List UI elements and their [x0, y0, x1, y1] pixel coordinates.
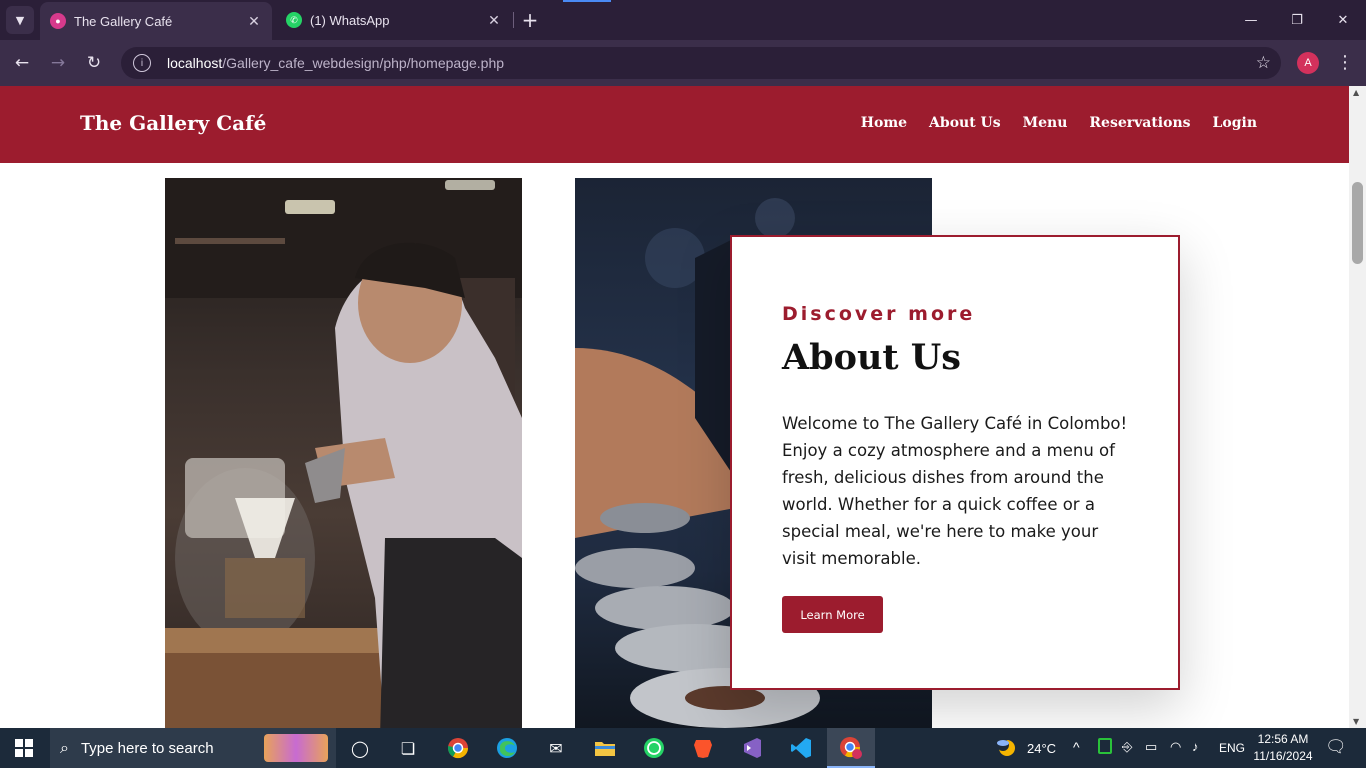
about-kicker: Discover more [782, 303, 976, 325]
battery-icon[interactable]: ▭ [1145, 739, 1157, 755]
back-button[interactable]: ← [8, 49, 36, 77]
minimize-button[interactable]: — [1228, 0, 1274, 40]
visual-studio-logo [744, 738, 761, 758]
file-explorer-icon[interactable] [592, 736, 618, 760]
chrome-logo [447, 738, 469, 759]
visual-studio-icon[interactable] [739, 736, 765, 760]
nav-home[interactable]: Home [861, 115, 907, 131]
gallery-cafe-favicon: ● [50, 13, 66, 29]
tab-whatsapp[interactable]: ✆ (1) WhatsApp ✕ [276, 0, 512, 40]
clock-time: 12:56 AM [1257, 732, 1309, 746]
menu-kebab-icon[interactable]: ⋮ [1336, 51, 1354, 75]
browser-tab-strip: ▼ ● The Gallery Café ✕ ✆ (1) WhatsApp ✕ … [0, 0, 1366, 40]
close-icon[interactable]: ✕ [246, 13, 262, 29]
about-description: Welcome to The Gallery Café in Colombo! … [782, 414, 1128, 568]
brave-logo [694, 740, 712, 758]
nav-login[interactable]: Login [1213, 115, 1257, 131]
temperature[interactable]: 24°C [1027, 741, 1056, 756]
tab-label: (1) WhatsApp [310, 12, 390, 28]
close-window-button[interactable]: ✕ [1320, 0, 1366, 40]
search-icon: ⌕ [60, 738, 69, 757]
weather-icon[interactable] [994, 736, 1018, 760]
vscode-icon[interactable] [788, 736, 814, 760]
clock[interactable]: 12:56 AM 11/16/2024 [1243, 731, 1323, 765]
nav-reservations[interactable]: Reservations [1089, 115, 1190, 131]
volume-icon[interactable]: ♪ [1192, 739, 1199, 754]
reload-icon: ↻ [86, 53, 102, 73]
tab-drag-indicator [563, 0, 611, 2]
windows-logo-icon [15, 739, 33, 757]
arrow-left-icon: ← [14, 53, 30, 73]
start-button[interactable] [8, 736, 40, 760]
chrome-icon[interactable] [445, 736, 471, 760]
nav-menu[interactable]: Menu [1023, 115, 1068, 131]
windows-taskbar: ⌕ Type here to search ◯ ❏ ✉ 24°C ^ · ⎆ ▭… [0, 728, 1366, 768]
wifi-icon[interactable]: ◠ [1170, 739, 1181, 755]
edge-icon[interactable] [494, 736, 520, 760]
page-viewport: The Gallery Café Home About Us Menu Rese… [0, 86, 1349, 728]
chrome-profile-icon[interactable] [838, 736, 864, 760]
tab-divider [513, 12, 514, 28]
brave-icon[interactable] [690, 736, 716, 760]
forward-button[interactable]: → [44, 49, 72, 77]
tray-app-icon[interactable]: · [1098, 738, 1112, 754]
notification-icon[interactable]: 🗨 [1325, 737, 1347, 757]
main-nav: Home About Us Menu Reservations Login [861, 115, 1257, 131]
meet-now-icon[interactable]: ⎆ [1122, 739, 1132, 755]
address-bar[interactable]: i localhost/Gallery_cafe_webdesign/php/h… [121, 47, 1281, 79]
search-placeholder: Type here to search [80, 739, 214, 757]
new-tab-button[interactable]: + [518, 8, 542, 32]
site-info-icon[interactable]: i [133, 54, 151, 72]
about-title: About Us [782, 337, 961, 378]
url-host: localhost [167, 55, 223, 71]
site-header: The Gallery Café Home About Us Menu Rese… [0, 86, 1349, 163]
whatsapp-favicon: ✆ [286, 12, 302, 28]
taskbar-search[interactable]: ⌕ Type here to search [50, 728, 336, 768]
chevron-down-icon: ▼ [15, 13, 25, 27]
reload-button[interactable]: ↻ [80, 49, 108, 77]
restore-icon: ❐ [1291, 12, 1303, 28]
barista-photo [165, 178, 522, 728]
restore-button[interactable]: ❐ [1274, 0, 1320, 40]
page-scrollbar[interactable]: ▲ ▼ [1349, 86, 1366, 728]
scroll-up-icon[interactable]: ▲ [1353, 88, 1359, 97]
moon-cloud-icon [997, 739, 1015, 756]
folder-logo [595, 742, 615, 756]
language-indicator[interactable]: ENG [1219, 741, 1245, 755]
chrome-profile-logo [840, 737, 862, 759]
nav-about-us[interactable]: About Us [929, 115, 1001, 131]
whatsapp-icon[interactable] [641, 736, 667, 760]
chevron-up-icon[interactable]: ^ [1073, 739, 1080, 755]
tab-label: The Gallery Café [74, 13, 173, 29]
tab-search-button[interactable]: ▼ [6, 6, 34, 34]
site-brand[interactable]: The Gallery Café [80, 111, 266, 135]
url-text[interactable]: localhost/Gallery_cafe_webdesign/php/hom… [167, 55, 504, 71]
url-path: /Gallery_cafe_webdesign/php/homepage.php [222, 55, 505, 71]
arrow-right-icon: → [50, 53, 66, 73]
bookmark-star-icon[interactable]: ☆ [1256, 53, 1271, 73]
learn-more-button[interactable]: Learn More [782, 596, 883, 633]
clock-date: 11/16/2024 [1253, 749, 1313, 763]
vscode-logo [791, 738, 811, 758]
about-us-card: Discover more About Us Welcome to The Ga… [730, 235, 1180, 690]
search-highlight-image [264, 734, 328, 762]
close-icon: ✕ [1337, 12, 1349, 28]
minimize-icon: — [1244, 12, 1258, 28]
tab-gallery-cafe[interactable]: ● The Gallery Café ✕ [40, 2, 272, 40]
plus-icon: + [521, 8, 539, 32]
profile-avatar[interactable]: A [1297, 52, 1319, 74]
whatsapp-logo [644, 738, 664, 758]
mail-icon[interactable]: ✉ [543, 736, 569, 760]
edge-logo [497, 738, 517, 758]
scrollbar-thumb[interactable] [1352, 182, 1363, 264]
close-icon[interactable]: ✕ [486, 12, 502, 28]
browser-toolbar: ← → ↻ i localhost/Gallery_cafe_webdesign… [0, 40, 1366, 86]
scroll-down-icon[interactable]: ▼ [1353, 717, 1359, 726]
cortana-icon[interactable]: ◯ [347, 736, 373, 760]
task-view-icon[interactable]: ❏ [395, 736, 421, 760]
